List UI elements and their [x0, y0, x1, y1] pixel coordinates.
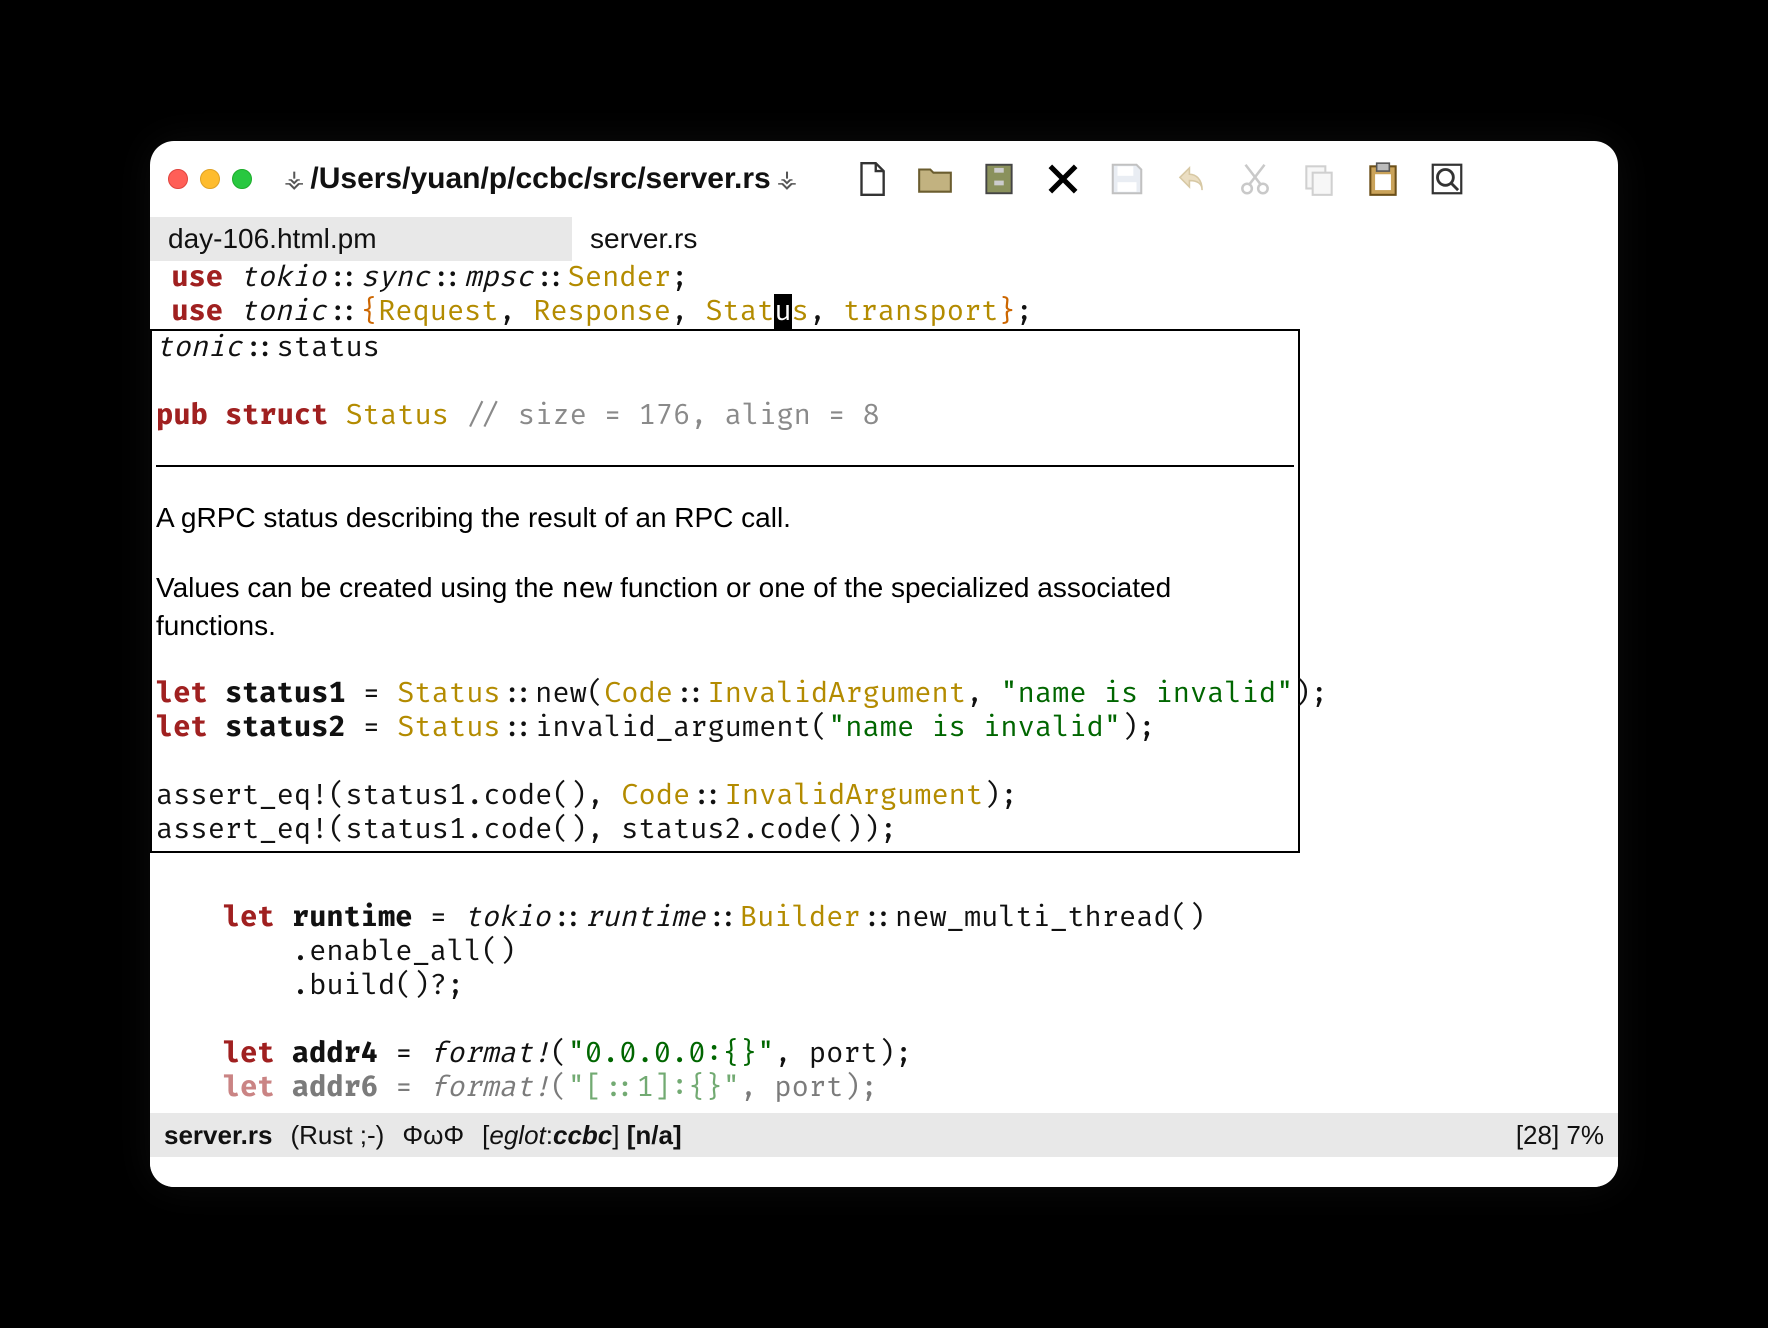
- dired-icon[interactable]: [979, 159, 1019, 199]
- save-icon[interactable]: [1107, 159, 1147, 199]
- doc-paragraph-2: Values can be created using the new func…: [156, 569, 1294, 645]
- undo-icon[interactable]: [1171, 159, 1211, 199]
- doc-blank-1: [156, 365, 1294, 399]
- modeline-major-mode: (Rust ;-): [290, 1120, 384, 1151]
- text-cursor: u: [774, 294, 791, 329]
- copy-icon[interactable]: [1299, 159, 1339, 199]
- minibuffer[interactable]: [150, 1157, 1618, 1187]
- paste-icon[interactable]: [1363, 159, 1403, 199]
- tab-server-rs[interactable]: server.rs: [572, 217, 715, 261]
- modeline-position: [28] 7%: [1516, 1120, 1604, 1151]
- toolbar: [851, 159, 1467, 199]
- code-line-2: use tonic::{Request, Response, Status, t…: [154, 295, 1618, 329]
- code-runtime: let runtime = tokio::runtime::Builder::n…: [154, 901, 1618, 935]
- maximize-window-button[interactable]: [232, 169, 252, 189]
- code-blank: [154, 1003, 1618, 1037]
- cut-icon[interactable]: [1235, 159, 1275, 199]
- doc-separator: [156, 465, 1294, 467]
- vc-anchor-icon-left: ⚶: [284, 165, 304, 194]
- vc-anchor-icon-right: ⚶: [777, 165, 797, 194]
- code-addr4: let addr4 = format!("0.0.0.0:{}", port);: [154, 1037, 1618, 1071]
- doc-example-4: assert_eq!(status1.code(), status2.code(…: [156, 813, 1294, 847]
- doc-module-path: tonic::status: [156, 331, 1294, 365]
- titlebar: ⚶ /Users/yuan/p/ccbc/src/server.rs ⚶: [150, 141, 1618, 217]
- traffic-lights: [168, 169, 252, 189]
- eldoc-popup: tonic::status pub struct Status // size …: [150, 329, 1300, 853]
- doc-example-3: assert_eq!(status1.code(), Code::Invalid…: [156, 779, 1294, 813]
- doc-paragraph-1: A gRPC status describing the result of a…: [156, 499, 1294, 537]
- doc-example-2: let status2 = Status::invalid_argument("…: [156, 711, 1294, 745]
- search-icon[interactable]: [1427, 159, 1467, 199]
- modeline-eglot: [eglot:ccbc] [n/a]: [482, 1120, 681, 1151]
- code-after-popup: let runtime = tokio::runtime::Builder::n…: [154, 901, 1618, 1105]
- new-file-icon[interactable]: [851, 159, 891, 199]
- code-addr6-partial: let addr6 = format!("[::1]:{}", port);: [154, 1071, 1618, 1105]
- minimize-window-button[interactable]: [200, 169, 220, 189]
- close-window-button[interactable]: [168, 169, 188, 189]
- code-line-1: use tokio::sync::mpsc::Sender;: [154, 261, 1618, 295]
- code-enable-all: .enable_all(): [154, 935, 1618, 969]
- doc-decl: pub struct Status // size = 176, align =…: [156, 399, 1294, 433]
- tab-bar: day-106.html.pm server.rs: [150, 217, 1618, 261]
- modeline: server.rs (Rust ;-) ΦωΦ [eglot:ccbc] [n/…: [150, 1113, 1618, 1157]
- file-path: /Users/yuan/p/ccbc/src/server.rs: [310, 162, 770, 196]
- editor-window: ⚶ /Users/yuan/p/ccbc/src/server.rs ⚶: [150, 141, 1618, 1187]
- doc-example-1: let status1 = Status::new(Code::InvalidA…: [156, 677, 1294, 711]
- window-title: ⚶ /Users/yuan/p/ccbc/src/server.rs ⚶: [284, 162, 797, 196]
- code-build: .build()?;: [154, 969, 1618, 1003]
- modeline-nyan: ΦωΦ: [402, 1120, 464, 1151]
- doc-blank-2: [156, 745, 1294, 779]
- open-folder-icon[interactable]: [915, 159, 955, 199]
- code-buffer[interactable]: use tokio::sync::mpsc::Sender; use tonic…: [150, 261, 1618, 1113]
- close-icon[interactable]: [1043, 159, 1083, 199]
- modeline-buffer-name: server.rs: [164, 1120, 272, 1151]
- tab-day-106[interactable]: day-106.html.pm: [150, 217, 572, 261]
